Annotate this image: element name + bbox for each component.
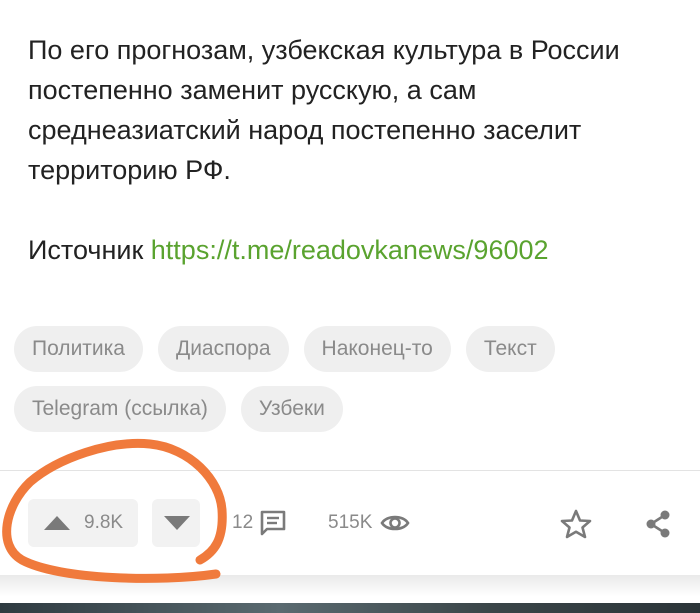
post-paragraph: По его прогнозам, узбекская культура в Р… [28, 35, 620, 185]
tag-uzbeks[interactable]: Узбеки [240, 386, 343, 432]
source-label: Источник [28, 235, 144, 265]
comments-button[interactable]: 12 [232, 499, 287, 547]
card-shadow [0, 575, 700, 597]
tag-finally[interactable]: Наконец-то [303, 326, 451, 372]
post-text: По его прогнозам, узбекская культура в Р… [28, 30, 678, 190]
upvote-button[interactable]: 9.8K [28, 499, 138, 547]
next-post-image-edge [0, 603, 700, 613]
comment-icon [260, 510, 286, 536]
arrow-up-icon [44, 516, 70, 530]
rating-count: 9.8K [84, 512, 124, 533]
tag-list: Политика Диаспора Наконец-то Текст Teleg… [14, 326, 674, 446]
tag-diaspora[interactable]: Диаспора [157, 326, 289, 372]
arrow-down-icon [164, 516, 190, 530]
share-icon[interactable] [644, 509, 672, 539]
source-link[interactable]: https://t.me/readovkanews/96002 [151, 235, 549, 265]
tag-politics[interactable]: Политика [14, 326, 143, 372]
tag-telegram-link[interactable]: Telegram (ссылка) [14, 386, 226, 432]
star-icon[interactable] [560, 509, 592, 539]
downvote-button[interactable] [152, 499, 200, 547]
tag-text[interactable]: Текст [465, 326, 555, 372]
source-line: Источник https://t.me/readovkanews/96002 [28, 230, 549, 270]
post-action-bar: 9.8K 12 515K [0, 471, 700, 575]
views-counter: 515K [328, 499, 410, 547]
comments-count: 12 [232, 512, 254, 533]
eye-icon [380, 515, 410, 531]
views-count: 515K [328, 512, 373, 533]
